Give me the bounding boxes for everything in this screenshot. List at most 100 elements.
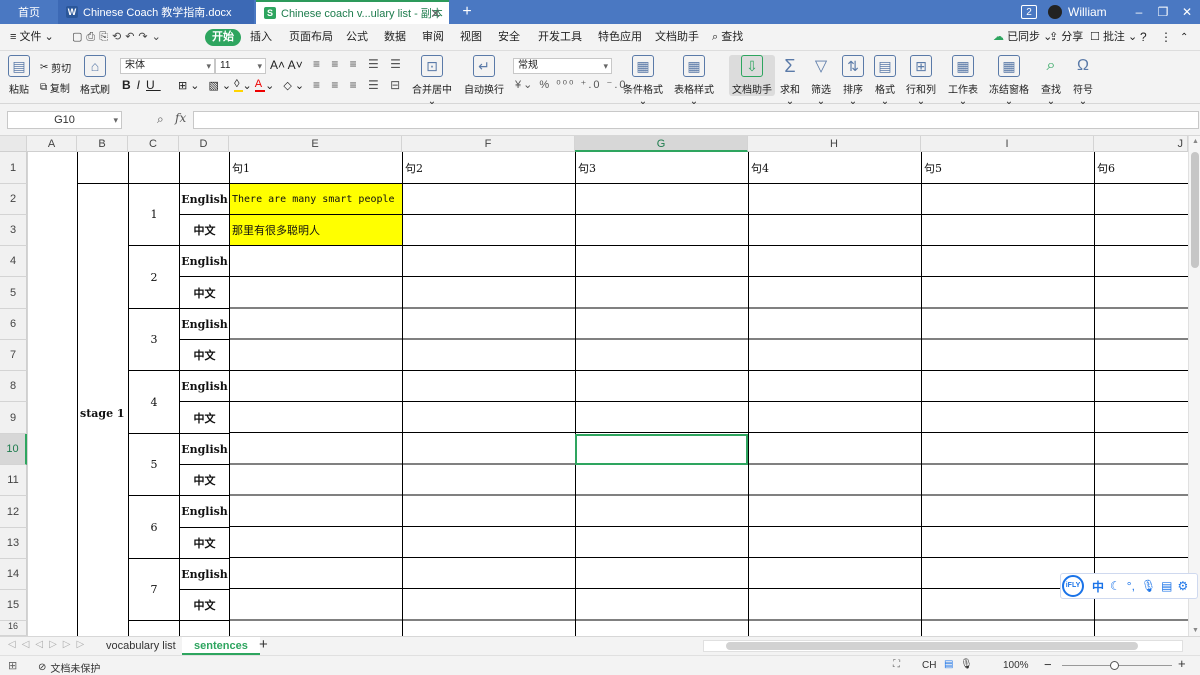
scroll-up-icon[interactable]: ▲ <box>1192 138 1199 145</box>
header-cell[interactable]: 句5 <box>922 152 1095 184</box>
row-header[interactable]: 1 <box>0 152 27 184</box>
lang-en-cell[interactable]: English <box>180 246 230 277</box>
row-header[interactable]: 2 <box>0 184 27 215</box>
column-header-i[interactable]: I <box>921 136 1094 152</box>
row-col-button[interactable]: ⊞ 行和列 ⌄ <box>906 55 936 107</box>
group-number-cell[interactable]: 1 <box>129 184 180 246</box>
tab-doc[interactable]: W Chinese Coach 教学指南.docx <box>58 0 254 24</box>
cell-d16[interactable] <box>180 621 230 636</box>
column-header-h[interactable]: H <box>748 136 921 152</box>
tab-security[interactable]: 安全 <box>498 29 520 46</box>
row-header[interactable]: 5 <box>0 277 27 309</box>
cell-e2[interactable]: There are many smart people <box>230 184 403 215</box>
row-header[interactable]: 13 <box>0 528 27 559</box>
filter-button[interactable]: ▽ 筛选 ⌄ <box>810 55 832 107</box>
punctuation-icon[interactable]: °, <box>1127 579 1135 593</box>
search-menu[interactable]: ⌕ 查找 <box>712 29 743 46</box>
lang-en-cell[interactable]: English <box>180 371 230 402</box>
header-cell[interactable]: 句3 <box>576 152 749 184</box>
format-painter-button[interactable]: ⌂ 格式刷 <box>80 55 110 96</box>
horizontal-scroll-thumb[interactable] <box>726 642 1138 650</box>
tab-home[interactable]: 首页 <box>0 0 58 24</box>
cut-button[interactable]: ✂ 剪切 <box>40 60 71 75</box>
row-header[interactable]: 10 <box>0 434 27 465</box>
row-header[interactable]: 3 <box>0 215 27 246</box>
sheet-tab-vocabulary[interactable]: vocabulary list <box>94 637 188 655</box>
row-header[interactable]: 6 <box>0 309 27 340</box>
tab-special[interactable]: 特色应用 <box>598 29 642 46</box>
row-header[interactable]: 8 <box>0 371 27 402</box>
add-sheet-button[interactable]: + <box>247 637 280 655</box>
tab-insert[interactable]: 插入 <box>250 29 272 46</box>
column-header-b[interactable]: B <box>77 136 128 152</box>
group-number-cell[interactable]: 5 <box>129 434 180 496</box>
copy-button[interactable]: ⧉ 复制 <box>40 80 70 95</box>
header-cell[interactable]: 句2 <box>403 152 576 184</box>
font-size-select[interactable]: 11 <box>215 58 266 74</box>
cell-e3[interactable]: 那里有很多聪明人 <box>230 215 403 246</box>
row-header[interactable]: 12 <box>0 496 27 528</box>
format-button[interactable]: ▤ 格式 ⌄ <box>874 55 896 107</box>
row-header[interactable]: 16 <box>0 621 27 636</box>
doc-protection-status[interactable]: ⊘ 文档未保护 <box>38 660 100 675</box>
cell-c1[interactable] <box>129 152 180 184</box>
ifly-ime-toolbar[interactable]: iFLY 中 ☾ °, 🎙 ▤ ⚙ <box>1060 573 1198 599</box>
group-number-cell[interactable]: 2 <box>129 246 180 309</box>
cell-d1[interactable] <box>180 152 230 184</box>
microphone-status-icon[interactable]: 🎙 <box>960 659 973 670</box>
column-header-d[interactable]: D <box>179 136 229 152</box>
ime-keyboard-icon[interactable]: ▤ <box>944 659 953 670</box>
column-header-f[interactable]: F <box>402 136 575 152</box>
minimize-icon[interactable]: – <box>1128 0 1150 24</box>
more-icon[interactable]: ⋮ <box>1160 29 1172 46</box>
lang-en-cell[interactable]: English <box>180 496 230 528</box>
lang-zh-cell[interactable]: 中文 <box>180 215 230 246</box>
column-header-c[interactable]: C <box>128 136 179 152</box>
row-header[interactable]: 7 <box>0 340 27 371</box>
wrap-text-button[interactable]: ↵ 自动换行 <box>464 55 504 96</box>
ime-language-indicator[interactable]: CH <box>922 660 936 671</box>
header-cell[interactable]: 句1 <box>230 152 403 184</box>
tab-developer[interactable]: 开发工具 <box>538 29 582 46</box>
zoom-formula-icon[interactable]: ⌕ <box>157 112 164 127</box>
group-number-cell[interactable]: 6 <box>129 496 180 559</box>
tab-data[interactable]: 数据 <box>384 29 406 46</box>
paste-button[interactable]: ▤ 粘贴 <box>8 55 30 96</box>
keyboard-icon[interactable]: ▤ <box>1161 579 1172 593</box>
merge-center-button[interactable]: ⊡ 合并居中 ⌄ <box>412 55 452 107</box>
worksheet-button[interactable]: ▦ 工作表 ⌄ <box>948 55 978 107</box>
symbol-button[interactable]: Ω 符号 ⌄ <box>1072 55 1094 107</box>
column-a-empty[interactable] <box>28 152 78 636</box>
tab-doc-helper[interactable]: 文档助手 <box>655 29 699 46</box>
quick-access-toolbar[interactable]: ▢⎙⎘⟲↶↷⌄ <box>72 29 165 46</box>
cell-c16[interactable] <box>129 621 180 636</box>
zoom-slider-thumb[interactable] <box>1110 661 1119 670</box>
name-box[interactable]: G10 <box>7 111 122 129</box>
group-number-cell[interactable]: 3 <box>129 309 180 371</box>
header-cell[interactable]: 句4 <box>749 152 922 184</box>
comment-button[interactable]: ☐ 批注 ⌄ <box>1090 29 1137 46</box>
font-select[interactable]: 宋体 <box>120 58 215 74</box>
lang-zh-cell[interactable]: 中文 <box>180 528 230 559</box>
table-style-button[interactable]: ▦ 表格样式 ⌄ <box>674 55 714 107</box>
new-tab-button[interactable]: + <box>456 0 478 24</box>
align-top-buttons[interactable]: ≡ ≡ ≡ ☰ ☰ <box>313 57 405 71</box>
lang-en-cell[interactable]: English <box>180 434 230 465</box>
column-header-e[interactable]: E <box>229 136 402 152</box>
lang-en-cell[interactable]: English <box>180 559 230 590</box>
file-menu[interactable]: ≡ 文件 ⌄ <box>10 29 54 46</box>
tab-view[interactable]: 视图 <box>460 29 482 46</box>
cell-b1[interactable] <box>78 152 129 184</box>
column-header-a[interactable]: A <box>27 136 77 152</box>
lang-zh-cell[interactable]: 中文 <box>180 590 230 621</box>
window-count-badge[interactable]: 2 <box>1021 5 1037 19</box>
group-number-cell[interactable]: 4 <box>129 371 180 434</box>
select-all-corner[interactable] <box>0 136 27 152</box>
zoom-out-button[interactable]: − <box>1044 657 1052 672</box>
row-header[interactable]: 15 <box>0 590 27 621</box>
fullscreen-icon[interactable]: ⛶ <box>893 659 900 670</box>
doc-helper-button[interactable]: ⇩ 文档助手 <box>729 55 775 96</box>
close-window-icon[interactable]: ✕ <box>1176 0 1198 24</box>
user-account[interactable]: William <box>1048 0 1118 24</box>
align-horizontal-buttons[interactable]: ≡ ≡ ≡ ☰ ⊟ <box>313 78 404 92</box>
